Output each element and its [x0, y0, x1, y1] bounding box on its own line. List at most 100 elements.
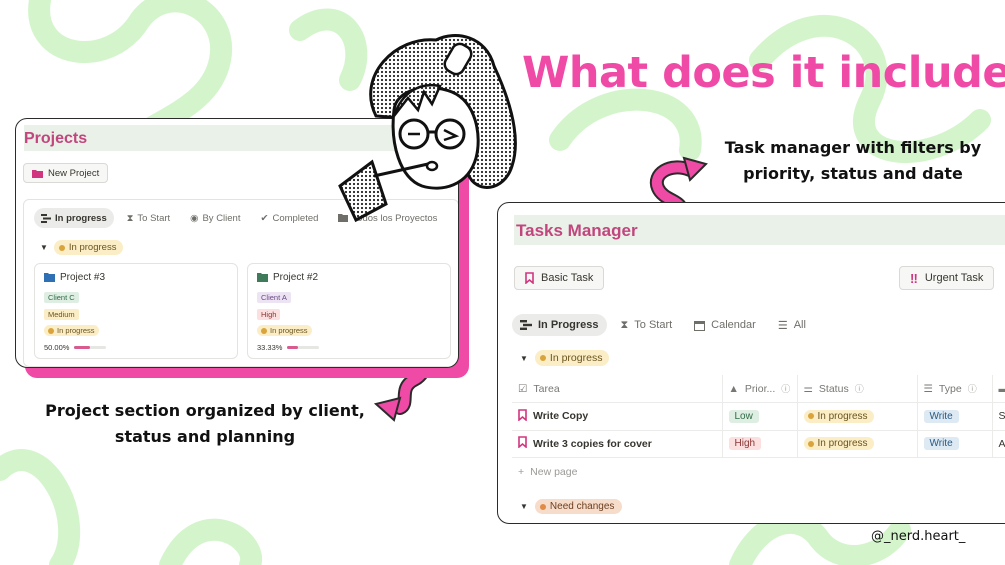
- status-cell[interactable]: In progress: [796, 402, 917, 430]
- tab-in-progress[interactable]: In Progress: [512, 314, 607, 336]
- table-row[interactable]: Write 3 copies for cover High In progres…: [512, 429, 1005, 458]
- progress: 33.33%: [257, 343, 320, 352]
- tab-in-progress[interactable]: In progress: [34, 208, 114, 228]
- tab-to-start[interactable]: ⧗ To Start: [120, 208, 177, 228]
- tab-by-client[interactable]: ◉ By Client: [183, 208, 247, 228]
- progress-label: 50.00%: [44, 343, 70, 352]
- extra-cell[interactable]: Au: [991, 429, 1005, 458]
- column-header-task[interactable]: ☑ Tarea: [512, 375, 722, 403]
- list-icon: ☰: [923, 382, 933, 395]
- priority-tag: High: [728, 437, 762, 451]
- headline: What does it include?: [522, 48, 1005, 98]
- new-project-label: New Project: [48, 167, 100, 179]
- status-dot: [261, 327, 267, 334]
- status-dot: [58, 244, 65, 251]
- type-cell[interactable]: Write: [916, 402, 992, 430]
- column-header-type[interactable]: ☰ Type ⓘ: [916, 375, 992, 403]
- priority-cell[interactable]: High: [721, 429, 797, 458]
- status-label: In progress: [817, 410, 868, 422]
- status-badge: In progress: [44, 325, 99, 336]
- stack-icon: [520, 320, 532, 330]
- priority-tag: High: [257, 309, 281, 320]
- status-label: In progress: [270, 326, 308, 335]
- tab-label: To Start: [634, 319, 673, 331]
- tasks-view-tabs: In Progress ⧗ To Start Calendar ☰ All: [512, 314, 814, 336]
- client-tag: Client A: [257, 292, 291, 303]
- stack-icon: [41, 213, 51, 223]
- task-name: Write 3 copies for cover: [533, 437, 652, 450]
- status-label: In progress: [68, 242, 117, 253]
- new-project-button[interactable]: New Project: [23, 163, 109, 183]
- column-label: Prior...: [744, 382, 776, 395]
- column-header-status[interactable]: ⚌ Status ⓘ: [796, 375, 917, 403]
- status-label: In progress: [549, 352, 603, 364]
- tab-all[interactable]: ☰ All: [770, 314, 814, 336]
- bookmark-icon: [525, 272, 534, 284]
- task-name: Write Copy: [533, 410, 589, 423]
- progress: 50.00%: [44, 343, 107, 352]
- status-cell[interactable]: In progress: [796, 429, 917, 458]
- project-card[interactable]: Project #3 Client C Medium In progress 5…: [34, 263, 238, 359]
- hourglass-icon: ⧗: [620, 318, 629, 331]
- tab-completed[interactable]: ✔ Completed: [253, 208, 325, 228]
- list-icon: ☰: [777, 319, 788, 332]
- double-exclamation-icon: ‼: [910, 270, 918, 286]
- column-label: Status: [818, 382, 849, 395]
- caret-down-icon: ▼: [520, 353, 528, 363]
- project-name: Project #2: [273, 272, 319, 283]
- status-label: Need changes: [549, 501, 615, 512]
- project-name: Project #3: [60, 272, 106, 283]
- bookmark-icon: [518, 408, 527, 424]
- author-handle: @_nerd.heart_: [871, 529, 966, 544]
- task-cell[interactable]: Write Copy: [512, 402, 722, 430]
- hourglass-icon: ⧗: [126, 212, 134, 224]
- priority-cell[interactable]: Low: [721, 402, 797, 430]
- status-badge: In progress: [803, 409, 874, 423]
- table-row[interactable]: Write Copy Low In progress Write Se: [512, 402, 1005, 430]
- extra-cell[interactable]: Se: [991, 402, 1005, 430]
- tasks-table: ☑ Tarea ▲ Prior... ⓘ ⚌ Status ⓘ ☰ Type ⓘ ▬ Writ…: [512, 375, 1005, 485]
- caret-down-icon: ▼: [40, 243, 48, 252]
- new-page-row[interactable]: + New page: [512, 457, 1005, 485]
- info-icon: ⓘ: [854, 384, 864, 394]
- status-label: In progress: [817, 438, 868, 450]
- group-header[interactable]: ▼ In progress: [40, 240, 124, 255]
- character-illustration: [338, 34, 517, 223]
- project-card[interactable]: Project #2 Client A High In progress 33.…: [247, 263, 451, 359]
- progress-bar: [74, 346, 107, 349]
- caret-down-icon: ▼: [520, 502, 528, 511]
- tab-calendar[interactable]: Calendar: [686, 314, 764, 336]
- warning-icon: ▲: [728, 382, 739, 395]
- info-icon: ⓘ: [967, 384, 977, 394]
- tasks-panel: Tasks Manager Basic Task ‼ Urgent Task I…: [497, 202, 1005, 524]
- column-header-extra[interactable]: ▬: [991, 375, 1005, 403]
- tab-label: All: [793, 319, 806, 331]
- table-header: ☑ Tarea ▲ Prior... ⓘ ⚌ Status ⓘ ☰ Type ⓘ ▬: [512, 375, 1005, 403]
- projects-caption: Project section organized by client, sta…: [45, 401, 365, 446]
- group-header[interactable]: ▼ Need changes: [520, 499, 623, 514]
- person-icon: ◉: [190, 212, 199, 224]
- tab-label: Completed: [272, 212, 319, 224]
- task-cell[interactable]: Write 3 copies for cover: [512, 429, 722, 458]
- group-header[interactable]: ▼ In progress: [520, 350, 610, 366]
- progress-fill: [74, 346, 91, 349]
- column-label: Tarea: [533, 382, 560, 395]
- status-dot: [48, 327, 54, 334]
- type-tag: Write: [923, 409, 959, 423]
- urgent-task-button[interactable]: ‼ Urgent Task: [899, 266, 995, 290]
- status-dot: [539, 503, 546, 510]
- plus-icon: +: [518, 465, 525, 478]
- calendar-icon: [694, 320, 706, 331]
- tab-label: To Start: [137, 212, 171, 224]
- priority-tag: Medium: [44, 309, 79, 320]
- progress-bar: [287, 346, 320, 349]
- column-header-priority[interactable]: ▲ Prior... ⓘ: [721, 375, 797, 403]
- tasks-caption: Task manager with filters by priority, s…: [724, 138, 982, 183]
- folder-icon: [257, 273, 268, 282]
- progress-fill: [287, 346, 299, 349]
- basic-task-label: Basic Task: [541, 272, 594, 284]
- type-cell[interactable]: Write: [916, 429, 992, 458]
- basic-task-button[interactable]: Basic Task: [514, 266, 605, 290]
- tab-to-start[interactable]: ⧗ To Start: [613, 314, 681, 336]
- check-circle-icon: ✔: [260, 212, 269, 224]
